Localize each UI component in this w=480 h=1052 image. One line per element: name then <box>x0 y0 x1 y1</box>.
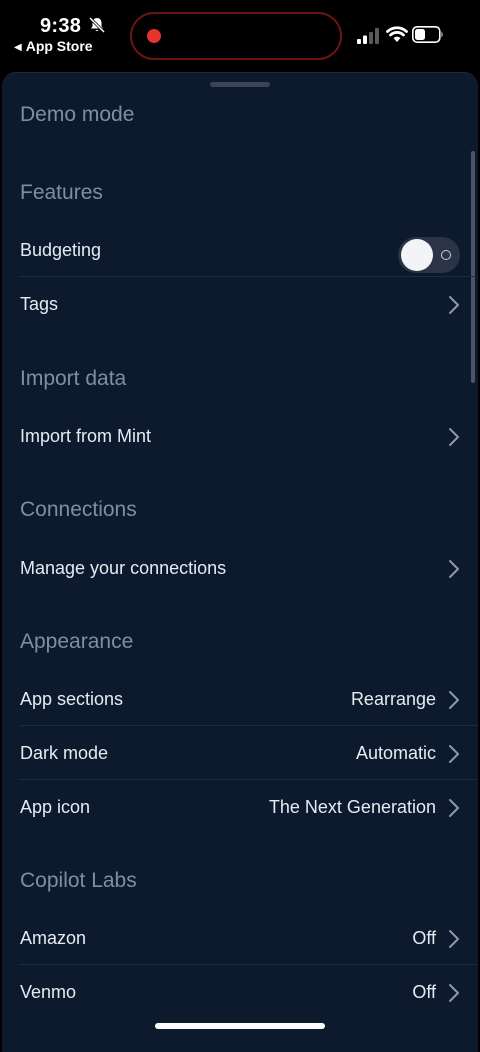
manage-connections-label: Manage your connections <box>20 558 227 578</box>
back-to-app-store[interactable]: ◀ App Store <box>14 38 93 54</box>
amazon-value: Off <box>412 928 436 948</box>
bell-off-icon <box>88 16 106 34</box>
app-sections-value: Rearrange <box>350 689 436 709</box>
dark-mode-label: Dark mode <box>20 743 109 763</box>
venmo-value: Off <box>412 982 436 1002</box>
section-title-appearance: Appearance <box>20 630 134 653</box>
app-sections-label: App sections <box>20 689 124 709</box>
divider <box>20 276 478 277</box>
section-title-demo-mode[interactable]: Demo mode <box>20 103 134 127</box>
section-title-connections: Connections <box>20 498 137 521</box>
row-app-sections[interactable]: App sections Rearrange <box>2 674 478 726</box>
recording-icon <box>147 29 161 43</box>
row-dark-mode[interactable]: Dark mode Automatic <box>2 728 478 780</box>
chevron-right-icon <box>449 984 459 1002</box>
import-mint-label: Import from Mint <box>20 426 152 446</box>
section-title-import-data: Import data <box>20 367 127 390</box>
row-manage-connections[interactable]: Manage your connections <box>2 543 478 595</box>
battery-icon <box>412 26 443 43</box>
row-tags[interactable]: Tags <box>2 279 478 331</box>
row-budgeting: Budgeting <box>2 225 478 277</box>
status-time: 9:38 <box>40 15 82 37</box>
signal-icon <box>357 28 379 44</box>
chevron-right-icon <box>449 560 459 578</box>
toggle-knob <box>401 239 433 271</box>
row-import-from-mint[interactable]: Import from Mint <box>2 411 478 463</box>
budgeting-label: Budgeting <box>20 240 102 260</box>
section-title-copilot-labs: Copilot Labs <box>20 869 137 892</box>
tags-label: Tags <box>20 294 59 314</box>
status-bar: 9:38 ◀ App Store <box>0 0 480 70</box>
app-icon-value: The Next Generation <box>268 797 436 817</box>
amazon-label: Amazon <box>20 928 87 948</box>
chevron-right-icon <box>449 428 459 446</box>
wifi-icon <box>386 26 408 42</box>
dark-mode-value: Automatic <box>355 743 436 763</box>
sheet-grabber[interactable] <box>210 82 270 87</box>
divider <box>20 725 478 726</box>
budgeting-toggle[interactable] <box>398 237 460 273</box>
venmo-label: Venmo <box>20 982 77 1002</box>
divider <box>20 779 478 780</box>
home-indicator[interactable] <box>155 1023 325 1029</box>
chevron-right-icon <box>449 930 459 948</box>
settings-sheet: Demo mode Features Budgeting Tags Import… <box>2 72 478 1052</box>
divider <box>20 964 478 965</box>
back-triangle-icon: ◀ <box>14 42 22 53</box>
row-app-icon[interactable]: App icon The Next Generation <box>2 782 478 834</box>
chevron-right-icon <box>449 799 459 817</box>
chevron-right-icon <box>449 745 459 763</box>
back-app-label: App Store <box>25 38 93 54</box>
section-title-features: Features <box>20 181 103 204</box>
chevron-right-icon <box>449 691 459 709</box>
toggle-off-icon <box>441 250 451 260</box>
app-icon-label: App icon <box>20 797 91 817</box>
chevron-right-icon <box>449 296 459 314</box>
dynamic-island[interactable] <box>130 12 342 60</box>
row-venmo[interactable]: Venmo Off <box>2 967 478 1019</box>
row-amazon[interactable]: Amazon Off <box>2 913 478 965</box>
